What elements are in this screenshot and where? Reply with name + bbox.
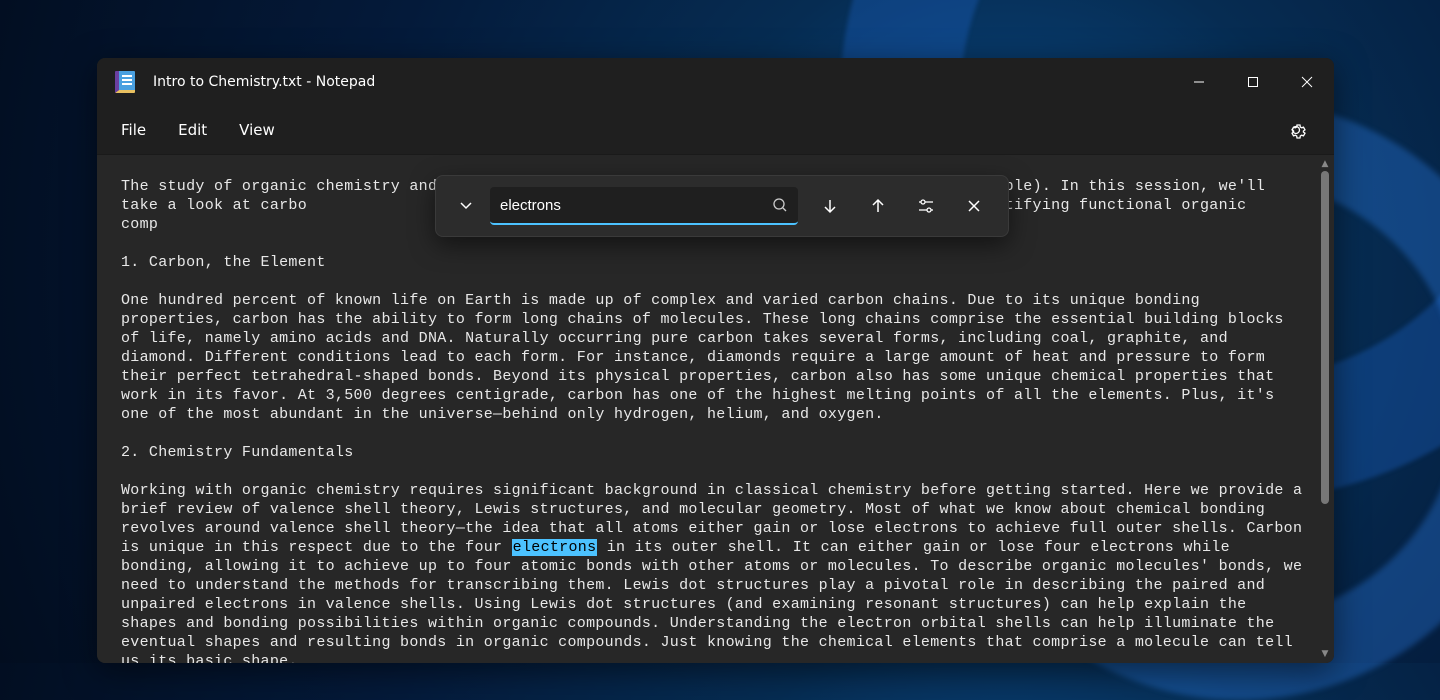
find-next-button[interactable] — [806, 186, 854, 226]
vertical-scrollbar[interactable]: ▲ ▼ — [1318, 157, 1332, 661]
gear-icon — [1286, 120, 1306, 140]
find-input-container — [490, 187, 798, 225]
close-button[interactable] — [1280, 58, 1334, 106]
menu-file[interactable]: File — [105, 111, 162, 149]
find-expand-toggle[interactable] — [446, 186, 486, 226]
close-icon — [967, 199, 981, 213]
menu-edit[interactable]: Edit — [162, 111, 223, 149]
menubar: File Edit View — [97, 106, 1334, 154]
scroll-track[interactable] — [1318, 171, 1332, 647]
arrow-up-icon — [869, 197, 887, 215]
notepad-app-icon — [115, 71, 135, 93]
find-previous-button[interactable] — [854, 186, 902, 226]
scroll-thumb[interactable] — [1321, 171, 1329, 504]
maximize-button[interactable] — [1226, 58, 1280, 106]
settings-button[interactable] — [1278, 112, 1314, 148]
find-options-button[interactable] — [902, 186, 950, 226]
menu-view[interactable]: View — [223, 111, 291, 149]
search-highlight: electrons — [512, 539, 598, 556]
window-title: Intro to Chemistry.txt - Notepad — [153, 74, 375, 90]
text-editor-area[interactable]: The study of organic chemistry and its r… — [97, 154, 1334, 663]
find-input[interactable] — [500, 197, 772, 214]
scroll-down-arrow[interactable]: ▼ — [1318, 647, 1332, 661]
scroll-up-arrow[interactable]: ▲ — [1318, 157, 1332, 171]
search-icon — [772, 197, 788, 213]
minimize-button[interactable] — [1172, 58, 1226, 106]
chevron-down-icon — [459, 199, 473, 213]
notepad-window: Intro to Chemistry.txt - Notepad File Ed… — [97, 58, 1334, 663]
find-close-button[interactable] — [950, 186, 998, 226]
sliders-icon — [917, 197, 935, 215]
arrow-down-icon — [821, 197, 839, 215]
titlebar[interactable]: Intro to Chemistry.txt - Notepad — [97, 58, 1334, 106]
find-bar — [435, 175, 1009, 237]
